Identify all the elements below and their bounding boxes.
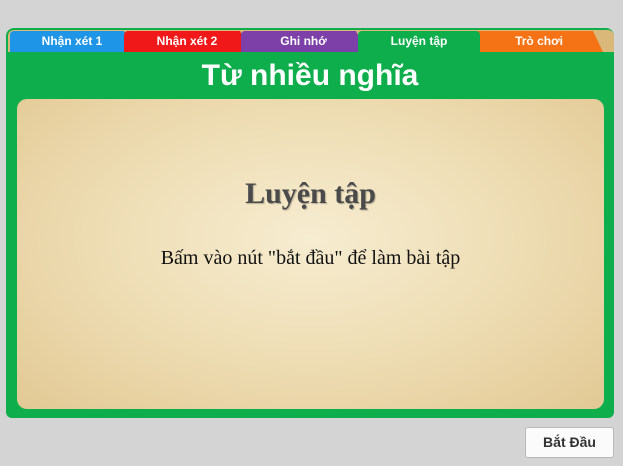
content-card: Luyện tập Bấm vào nút "bắt đầu" để làm b…: [17, 99, 604, 409]
lesson-title: Từ nhiều nghĩa: [201, 59, 419, 92]
tab-nhan-xet-2[interactable]: Nhận xét 2: [124, 31, 250, 52]
tab-nhan-xet-1[interactable]: Nhận xét 1: [10, 31, 134, 52]
tab-tro-choi[interactable]: Trò chơi: [475, 31, 603, 52]
tab-luyen-tap[interactable]: Luyện tập: [358, 31, 480, 53]
start-button[interactable]: Bắt Đầu: [525, 427, 614, 458]
card-instruction: Bấm vào nút "bắt đầu" để làm bài tập: [160, 247, 461, 269]
card-heading: Luyện tập: [245, 177, 376, 210]
tab-ghi-nho[interactable]: Ghi nhớ: [241, 31, 366, 52]
